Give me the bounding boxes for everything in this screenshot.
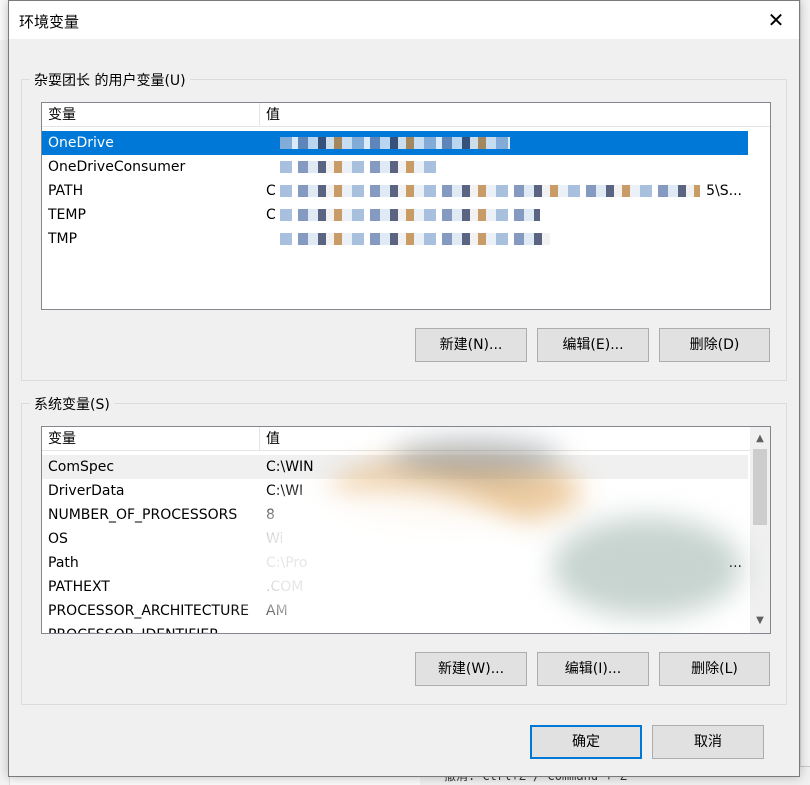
user-variables-label: 杂耍团长 的用户变量(U) [30,70,190,90]
redacted-value [280,137,510,149]
cancel-button[interactable]: 取消 [652,725,764,759]
variable-row[interactable]: PATH C 5\S... [42,179,748,203]
system-edit-button[interactable]: 编辑(I)... [537,652,649,686]
system-variables-header: 变量 值 [42,427,750,451]
system-variables-scrollbar[interactable]: ▲ ▼ [750,427,770,633]
environment-variables-dialog: 环境变量 ✕ 杂耍团长 的用户变量(U) 变量 值 OneDrive OneDri… [8,0,800,777]
variable-row[interactable]: OneDrive [42,131,748,155]
redacted-value [280,161,440,173]
variable-name: TMP [48,231,78,247]
variable-row[interactable]: TEMP C [42,203,748,227]
variable-name: Path [48,555,79,571]
system-variables-group: 系统变量(S) 变量 值 ComSpec C:\WIN DriverData C:\W… [21,394,787,705]
user-new-button[interactable]: 新建(N)... [415,328,527,362]
variable-name: OneDrive [48,135,114,151]
user-delete-button[interactable]: 删除(D) [659,328,770,362]
redaction-smudge [392,437,562,477]
ok-button[interactable]: 确定 [530,725,642,759]
column-header-variable[interactable]: 变量 [42,427,260,451]
variable-value: C [266,207,276,223]
variable-value-suffix: 5\S... [706,183,742,199]
column-header-variable[interactable]: 变量 [42,103,260,127]
variable-name: PATHEXT [48,579,110,595]
user-variables-list[interactable]: 变量 值 OneDrive OneDriveConsumer PATH C 5\S...… [41,102,771,310]
variable-row[interactable]: OneDriveConsumer [42,155,748,179]
variable-name: OneDriveConsumer [48,159,186,175]
variable-name: ComSpec [48,459,115,475]
redaction-smudge [552,517,742,617]
dialog-title: 环境变量 [19,13,80,31]
close-icon[interactable]: ✕ [753,1,799,39]
variable-row[interactable]: TMP [42,227,748,251]
column-header-value[interactable]: 值 [260,427,280,451]
variable-value: C [266,183,276,199]
variable-name: NUMBER_OF_PROCESSORS [48,507,238,523]
user-variables-group: 杂耍团长 的用户变量(U) 变量 值 OneDrive OneDriveConsu… [21,70,787,381]
variable-value: C:\WIN [266,459,314,475]
system-variables-list[interactable]: 变量 值 ComSpec C:\WIN DriverData C:\WI NUMBER_… [41,426,771,634]
redacted-value [280,233,550,245]
system-new-button[interactable]: 新建(W)... [415,652,527,686]
background-right-strip [800,0,810,785]
variable-name: DriverData [48,483,125,499]
system-variables-label: 系统变量(S) [30,394,114,414]
system-delete-button[interactable]: 删除(L) [659,652,770,686]
column-header-value[interactable]: 值 [260,103,280,127]
variable-name: PROCESSOR_IDENTIFIER [48,623,219,633]
scroll-up-icon[interactable]: ▲ [750,429,770,449]
redaction-smudge [232,487,532,633]
variable-name: OS [48,531,68,547]
redacted-value [280,209,540,221]
variable-name: PROCESSOR_ARCHITECTURE [48,603,249,619]
variable-name: PATH [48,183,84,199]
user-edit-button[interactable]: 编辑(E)... [537,328,649,362]
scroll-thumb[interactable] [753,449,767,525]
title-bar: 环境变量 ✕ [9,1,799,39]
scroll-down-icon[interactable]: ▼ [750,611,770,631]
redacted-value [280,185,700,197]
user-variables-header: 变量 值 [42,103,770,127]
variable-name: TEMP [48,207,86,223]
